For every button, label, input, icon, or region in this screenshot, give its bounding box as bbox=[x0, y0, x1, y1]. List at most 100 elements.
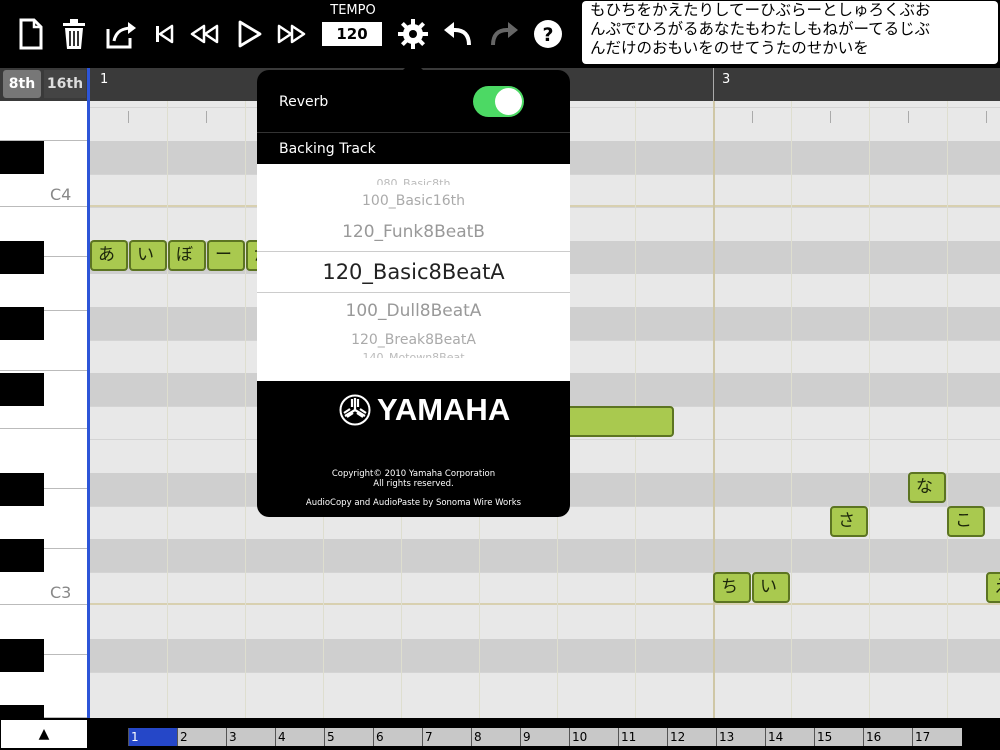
timeline-measure: 17 bbox=[912, 728, 930, 746]
timeline-measure: 8 bbox=[471, 728, 482, 746]
logo-wordmark: YAMAHA bbox=[377, 392, 511, 427]
timeline-measure: 4 bbox=[275, 728, 286, 746]
key-label-c3: C3 bbox=[50, 583, 72, 602]
picker-item[interactable]: 120_Break8BeatA bbox=[257, 332, 570, 348]
beat-line bbox=[245, 101, 246, 718]
note[interactable]: い bbox=[752, 572, 790, 603]
timeline-measure: 13 bbox=[716, 728, 734, 746]
picker-item[interactable]: 100_Dull8BeatA bbox=[257, 301, 570, 321]
note[interactable]: ー bbox=[207, 240, 245, 271]
timeline-measure: 2 bbox=[177, 728, 188, 746]
timeline-measure: 16 bbox=[863, 728, 881, 746]
black-key[interactable] bbox=[0, 307, 44, 340]
picker-item-selected[interactable]: 120_Basic8BeatA bbox=[257, 260, 570, 284]
play-button[interactable] bbox=[228, 14, 268, 54]
beat-line bbox=[869, 101, 870, 718]
grid-row-dark bbox=[88, 539, 1000, 572]
tab-8th[interactable]: 8th bbox=[3, 70, 41, 98]
tempo-value[interactable]: 120 bbox=[322, 22, 382, 46]
divider bbox=[257, 132, 570, 133]
settings-popover: Reverb Backing Track 080_Basic8th 100_Ba… bbox=[257, 70, 570, 517]
beat-line bbox=[167, 101, 168, 718]
redo-button[interactable] bbox=[484, 14, 524, 54]
black-key[interactable] bbox=[0, 539, 44, 572]
beat-line bbox=[791, 101, 792, 718]
timeline-measure: 12 bbox=[667, 728, 685, 746]
toolbar: TEMPO 120 ? もひちをかえたりしてーひぶらーとしゅろくぶお んぷでひろ… bbox=[0, 0, 1000, 68]
skip-to-start-button[interactable] bbox=[144, 14, 184, 54]
black-key[interactable] bbox=[0, 705, 44, 718]
tempo-label: TEMPO bbox=[330, 3, 376, 18]
rewind-icon bbox=[190, 24, 219, 44]
timeline-measure: 1 bbox=[128, 728, 139, 746]
picker-item[interactable]: 080_Basic8th bbox=[257, 178, 570, 185]
grid-row-line bbox=[88, 572, 1000, 573]
picker-item[interactable]: 140_Motown8Beat bbox=[257, 352, 570, 358]
note[interactable]: な bbox=[908, 472, 946, 503]
play-icon bbox=[238, 20, 262, 48]
help-icon: ? bbox=[534, 20, 562, 48]
measure-number: 3 bbox=[722, 72, 731, 87]
bottom-bar: ▲ 1 2 3 4 5 6 7 8 9 10 11 12 13 14 15 16… bbox=[0, 718, 1000, 750]
playhead[interactable] bbox=[87, 68, 90, 718]
fast-forward-icon bbox=[277, 24, 306, 44]
timeline-measure: 7 bbox=[422, 728, 433, 746]
timeline-measure: 5 bbox=[324, 728, 335, 746]
note[interactable]: い bbox=[129, 240, 167, 271]
credit-text: AudioCopy and AudioPaste by Sonoma Wire … bbox=[305, 498, 522, 508]
grid-tick bbox=[206, 111, 207, 123]
copyright-text: Copyright© 2010 Yamaha Corporation bbox=[331, 469, 496, 479]
help-button[interactable]: ? bbox=[528, 14, 568, 54]
white-key[interactable] bbox=[0, 101, 88, 141]
grid-row-dark bbox=[88, 639, 1000, 672]
black-key[interactable] bbox=[0, 373, 44, 406]
scroll-up-button[interactable]: ▲ bbox=[1, 720, 87, 748]
note[interactable]: ち bbox=[713, 572, 751, 603]
tab-16th[interactable]: 16th bbox=[44, 70, 86, 98]
measure-divider bbox=[713, 68, 714, 101]
note[interactable]: ぼ bbox=[168, 240, 206, 271]
svg-text:?: ? bbox=[542, 24, 553, 46]
measure-line bbox=[713, 101, 715, 718]
note[interactable]: こ bbox=[947, 506, 985, 537]
picker-item[interactable]: 100_Basic16th bbox=[257, 193, 570, 209]
black-key[interactable] bbox=[0, 141, 44, 174]
new-file-icon bbox=[19, 18, 43, 50]
note[interactable]: あ bbox=[90, 240, 128, 271]
grid-tick bbox=[830, 111, 831, 123]
measure-number: 1 bbox=[100, 72, 109, 87]
undo-icon bbox=[444, 22, 471, 46]
yamaha-logo: YAMAHA bbox=[339, 392, 510, 428]
grid-row-line bbox=[88, 672, 1000, 673]
picker-item[interactable]: 120_Funk8BeatB bbox=[257, 222, 570, 242]
song-timeline[interactable]: 1 2 3 4 5 6 7 8 9 10 11 12 13 14 15 16 1… bbox=[128, 728, 962, 746]
black-key[interactable] bbox=[0, 473, 44, 506]
timeline-measure: 11 bbox=[618, 728, 636, 746]
note[interactable]: さ bbox=[830, 506, 868, 537]
octave-line-c3 bbox=[88, 603, 1000, 605]
fast-forward-button[interactable] bbox=[272, 14, 312, 54]
gear-icon bbox=[398, 19, 428, 49]
black-key[interactable] bbox=[0, 241, 44, 274]
timeline-measure: 14 bbox=[765, 728, 783, 746]
delete-button[interactable] bbox=[54, 14, 94, 54]
reverb-toggle[interactable] bbox=[473, 86, 524, 117]
toggle-knob bbox=[495, 88, 522, 115]
new-file-button[interactable] bbox=[10, 14, 50, 54]
note[interactable]: え bbox=[986, 572, 1000, 603]
piano-keyboard[interactable]: C4 C3 bbox=[0, 101, 88, 718]
timeline-measure: 9 bbox=[520, 728, 531, 746]
settings-button[interactable] bbox=[393, 14, 433, 54]
note[interactable] bbox=[558, 406, 674, 437]
black-key[interactable] bbox=[0, 639, 44, 672]
backing-track-label: Backing Track bbox=[279, 141, 376, 157]
timeline-measure: 6 bbox=[373, 728, 384, 746]
key-label-c4: C4 bbox=[50, 185, 72, 204]
lyrics-box[interactable]: もひちをかえたりしてーひぶらーとしゅろくぶお んぷでひろがるあなたもわたしもねが… bbox=[582, 1, 998, 64]
backing-track-picker[interactable]: 080_Basic8th 100_Basic16th 120_Funk8Beat… bbox=[257, 164, 570, 381]
grid-tick bbox=[908, 111, 909, 123]
grid-tick bbox=[752, 111, 753, 123]
undo-button[interactable] bbox=[438, 14, 478, 54]
rewind-button[interactable] bbox=[184, 14, 224, 54]
share-button[interactable] bbox=[101, 14, 141, 54]
